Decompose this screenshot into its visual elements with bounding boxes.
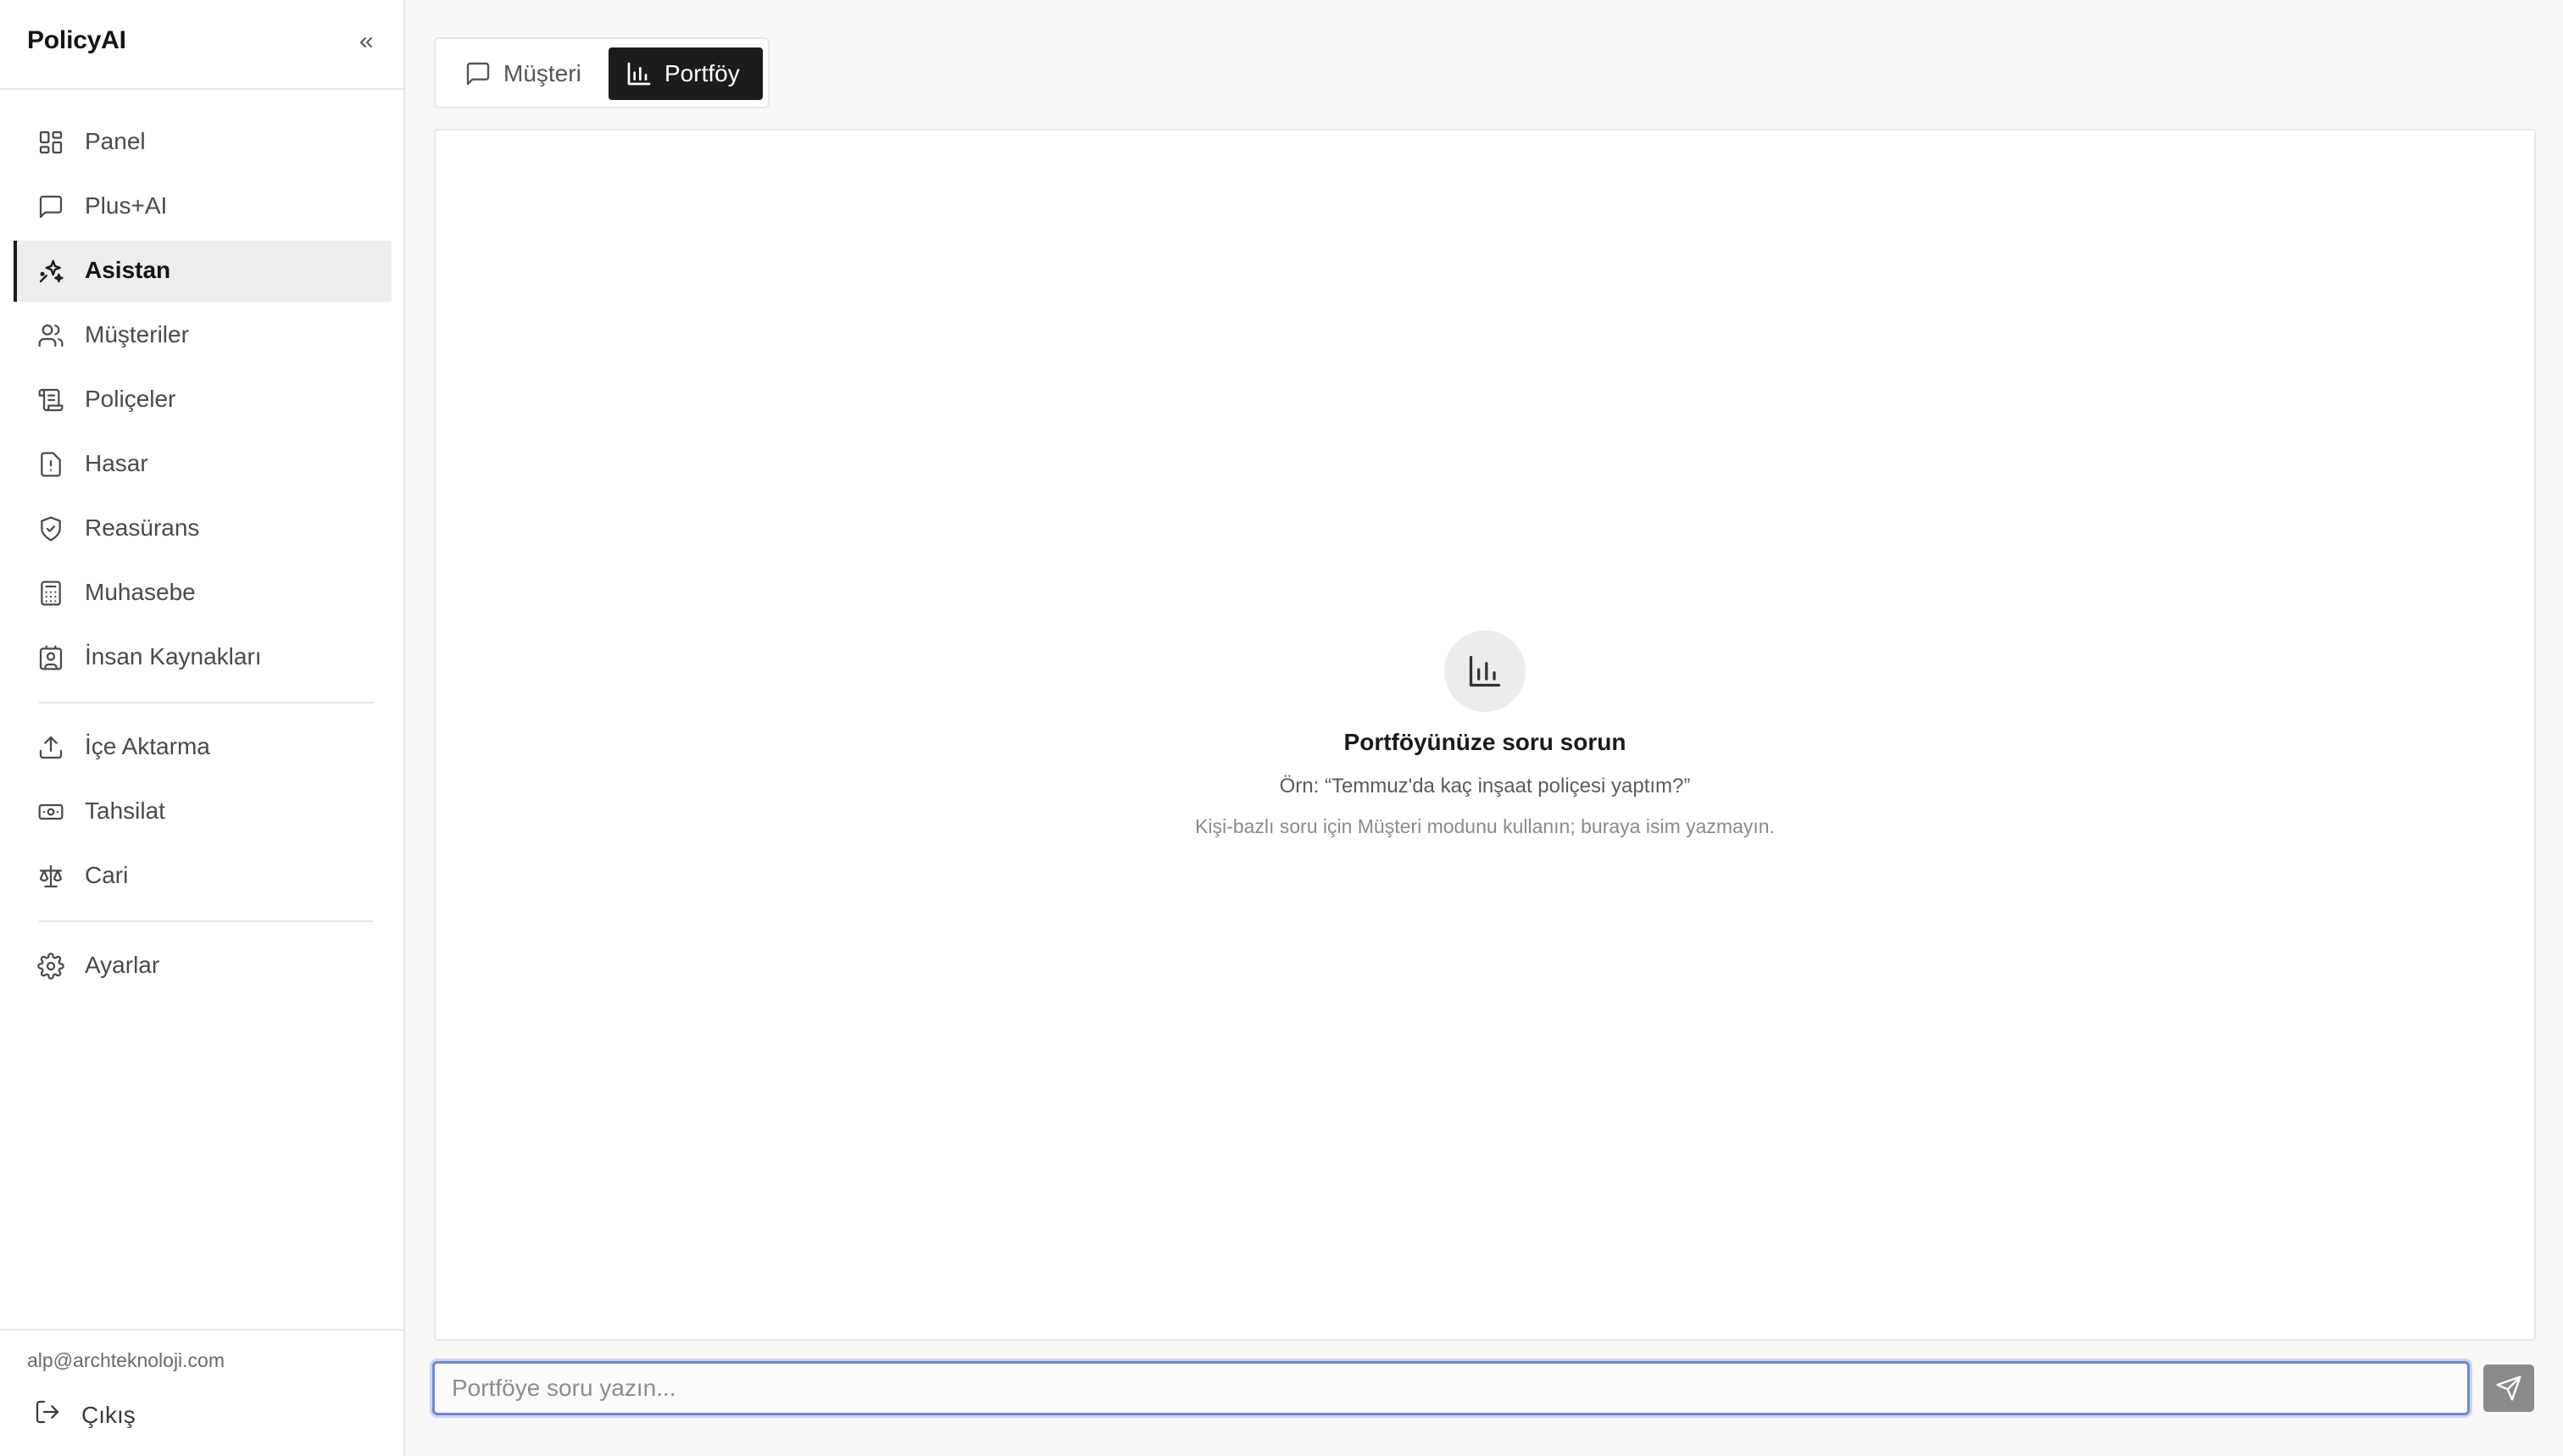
mode-portfoy-button[interactable]: Portföy <box>609 47 763 100</box>
sidebar-item-cari[interactable]: Cari <box>14 846 392 907</box>
contact-icon <box>36 642 66 673</box>
sidebar-item-label: Cari <box>85 862 129 888</box>
log-out-icon <box>34 1398 64 1429</box>
user-email: alp@archteknoloji.com <box>27 1349 225 1371</box>
mode-musteri-label: Müşteri <box>503 60 581 86</box>
send-icon <box>2495 1375 2522 1402</box>
message-square-icon <box>36 192 66 222</box>
sidebar-footer: alp@archteknoloji.com Çıkış <box>0 1329 403 1456</box>
sidebar-item-ice-aktarma[interactable]: İçe Aktarma <box>14 717 392 778</box>
users-icon <box>36 320 66 351</box>
banknote-icon <box>36 797 66 827</box>
sidebar-item-panel[interactable]: Panel <box>14 112 392 173</box>
sidebar-item-label: Panel <box>85 128 146 154</box>
empty-state-example: Örn: “Temmuz'da kaç inşaat poliçesi yapt… <box>1279 775 1691 797</box>
sidebar-item-label: Hasar <box>85 450 148 476</box>
collapse-sidebar-button[interactable] <box>351 27 381 58</box>
sidebar-item-label: Muhasebe <box>85 579 196 605</box>
sidebar-item-policeler[interactable]: Poliçeler <box>14 370 392 431</box>
scroll-icon <box>36 385 66 415</box>
sidebar-item-label: Plus+AI <box>85 192 168 219</box>
sidebar-item-label: İçe Aktarma <box>85 733 210 759</box>
shield-check-icon <box>36 514 66 544</box>
sidebar-divider <box>39 702 373 703</box>
chat-panel: Portföyünüze soru sorun Örn: “Temmuz'da … <box>434 129 2536 1341</box>
mode-musteri-button[interactable]: Müşteri <box>448 47 609 100</box>
calculator-icon <box>36 578 66 609</box>
app-brand: PolicyAI <box>27 26 126 54</box>
portfolio-question-input[interactable] <box>432 1361 2470 1415</box>
sidebar-header: PolicyAI <box>0 0 403 90</box>
file-alert-icon <box>36 449 66 480</box>
layout-grid-icon <box>36 127 66 158</box>
sidebar-item-reasurans[interactable]: Reasürans <box>14 498 392 559</box>
send-button[interactable] <box>2483 1364 2534 1412</box>
sidebar-item-label: Tahsilat <box>85 797 165 824</box>
sidebar: PolicyAI Panel Plus+AI Asistan Müşterile… <box>0 0 405 1456</box>
sidebar-item-hasar[interactable]: Hasar <box>14 434 392 495</box>
sidebar-item-label: İnsan Kaynakları <box>85 643 262 670</box>
scale-icon <box>36 861 66 892</box>
sidebar-item-label: Asistan <box>85 257 171 283</box>
mode-switch: Müşteri Portföy <box>434 37 770 108</box>
bar-chart-icon <box>1466 653 1504 690</box>
sidebar-item-tahsilat[interactable]: Tahsilat <box>14 781 392 842</box>
empty-state-icon-circle <box>1444 631 1526 712</box>
sidebar-item-insan-kaynaklari[interactable]: İnsan Kaynakları <box>14 627 392 688</box>
sidebar-item-asistan[interactable]: Asistan <box>14 241 392 302</box>
upload-icon <box>36 732 66 763</box>
sidebar-item-label: Ayarlar <box>85 952 160 978</box>
empty-state-hint: Kişi-bazlı soru için Müşteri modunu kull… <box>1195 815 1775 837</box>
chevrons-left-icon <box>356 32 376 53</box>
sidebar-item-musteriler[interactable]: Müşteriler <box>14 305 392 366</box>
sidebar-item-label: Müşteriler <box>85 321 189 347</box>
bar-chart-icon <box>625 60 653 87</box>
empty-state-title: Portföyünüze soru sorun <box>1343 729 1626 755</box>
message-square-icon <box>464 60 492 87</box>
sidebar-item-ayarlar[interactable]: Ayarlar <box>14 936 392 997</box>
sidebar-divider <box>39 920 373 922</box>
mode-portfoy-label: Portföy <box>664 60 740 86</box>
logout-button[interactable]: Çıkış <box>27 1392 197 1436</box>
sidebar-item-label: Reasürans <box>85 514 200 541</box>
gear-icon <box>36 951 66 981</box>
sparkles-icon <box>36 256 66 286</box>
sidebar-item-label: Poliçeler <box>85 386 176 412</box>
logout-label: Çıkış <box>81 1402 136 1428</box>
sidebar-item-plus-ai[interactable]: Plus+AI <box>14 176 392 237</box>
sidebar-item-muhasebe[interactable]: Muhasebe <box>14 563 392 624</box>
